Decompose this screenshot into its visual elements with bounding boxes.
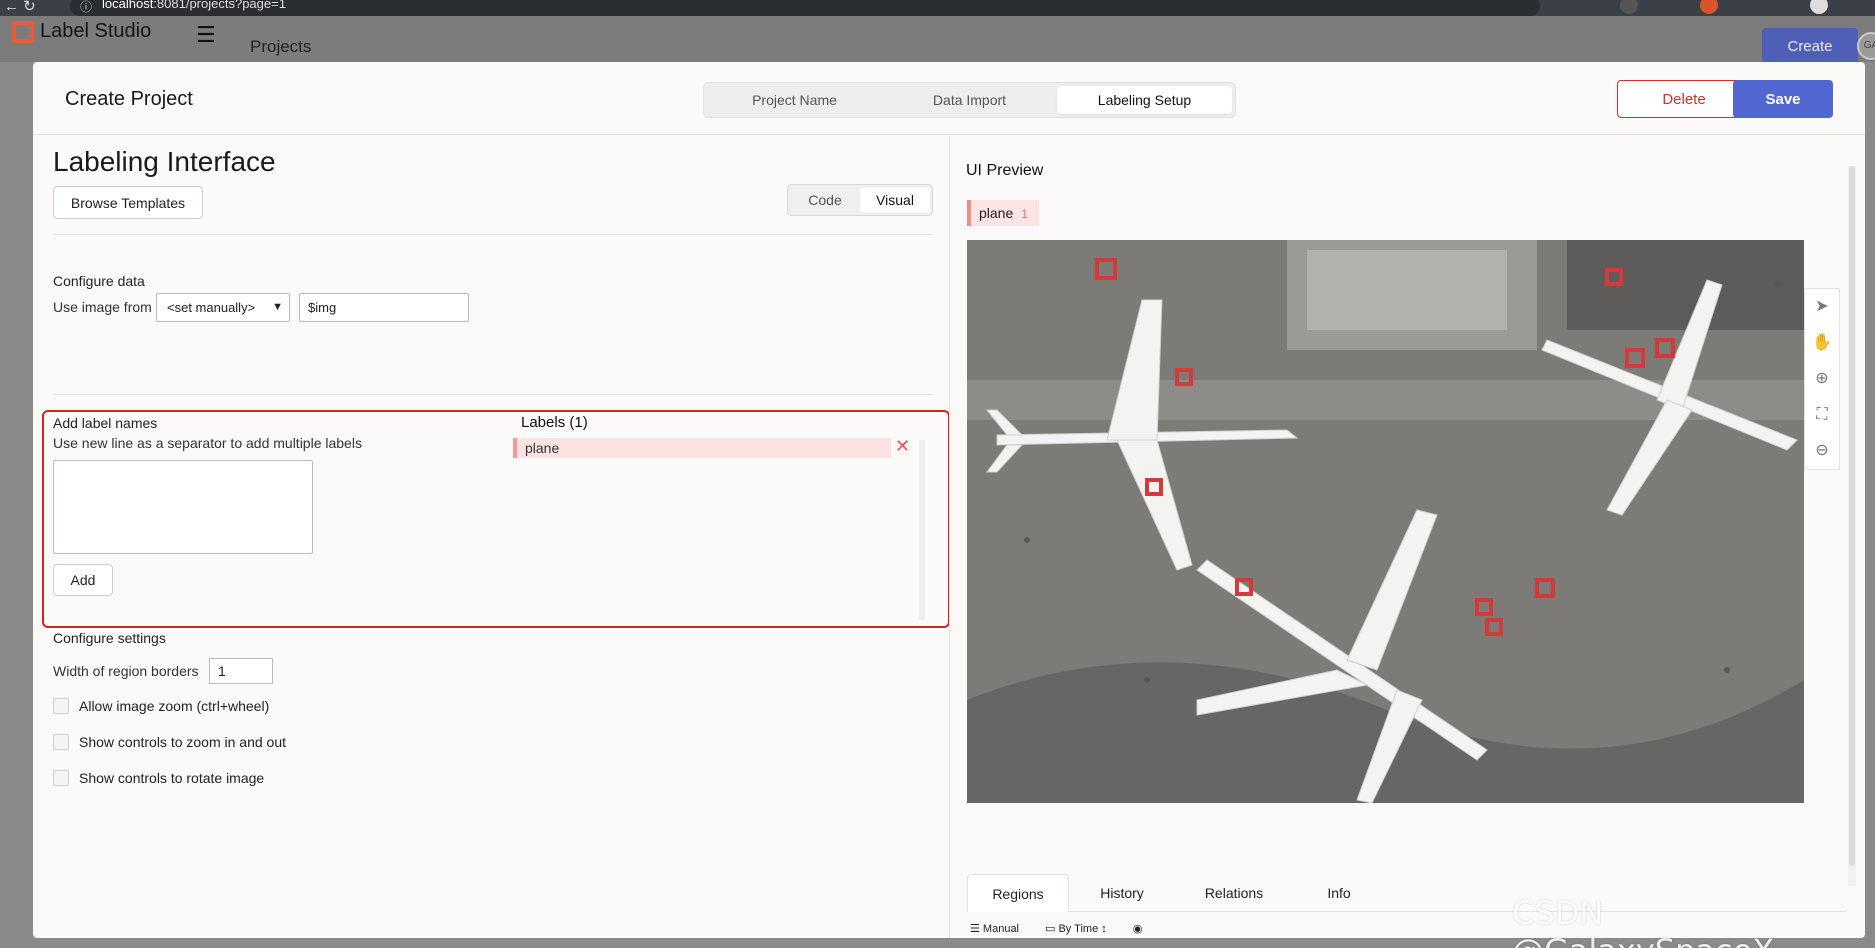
sort-direction-icon: ↕ [1098,923,1107,935]
calendar-icon: ▭ [1045,923,1059,935]
chevron-down-icon: ▼ [272,301,283,313]
address-bar[interactable]: localhost:8081/projects?page=1 [70,0,1540,16]
preview-image[interactable] [967,240,1804,803]
tab-project-name[interactable]: Project Name [707,86,882,114]
label-item-plane[interactable]: plane [513,438,891,458]
outliner-toolbar: ☰ Manual ▭ By Time ↕ ◉ [970,922,1142,935]
add-label-button[interactable]: Add [53,564,113,596]
site-info-icon[interactable]: ⓘ [80,0,92,15]
preview-title: UI Preview [966,162,1044,179]
extension-icon[interactable] [1700,0,1718,14]
option-label: Show controls to rotate image [79,770,265,786]
modal-title: Create Project [65,88,193,110]
url-host: localhost [102,0,154,11]
wizard-tabs: Project Name Data Import Labeling Setup [703,82,1236,118]
image-source-select[interactable]: <set manually> ▼ [156,293,290,322]
logo-text: Label Studio [40,20,152,42]
watermark: CSDN @GalaxySpaceX [1512,894,1774,948]
extension-icon[interactable] [1810,0,1828,14]
preview-tag-label: plane [979,205,1014,221]
preview-toolbar: ➤ ✋ ⊕ ⛶ ⊖ [1804,288,1840,470]
checkbox[interactable] [53,770,69,786]
labeling-config-panel: Labeling Interface Browse Templates Code… [33,136,950,938]
menu-icon[interactable]: ☰ [196,22,216,48]
option-rotate-controls[interactable]: Show controls to rotate image [53,770,264,786]
width-label: Width of region borders [53,663,199,679]
preview-label-tag[interactable]: plane 1 [967,200,1039,226]
browser-bar: ← ↻ localhost:8081/projects?page=1 ⓘ [0,0,1875,16]
tab-data-import[interactable]: Data Import [882,86,1057,114]
option-zoom-controls[interactable]: Show controls to zoom in and out [53,734,286,750]
option-label: Show controls to zoom in and out [79,734,287,750]
remove-label-icon[interactable]: ✕ [895,436,910,457]
create-project-button[interactable]: Create [1762,28,1858,64]
browse-templates-button[interactable]: Browse Templates [53,186,203,219]
extension-icon[interactable] [1620,0,1638,14]
sort-by-time[interactable]: ▭ By Time ↕ [1045,922,1107,935]
configure-data-title: Configure data [53,273,145,289]
header-title: Projects [250,37,312,56]
labels-title: Labels (1) [521,414,588,431]
add-label-hint: Use new line as a separator to add multi… [53,435,362,451]
image-source-select-value: <set manually> [167,300,256,315]
back-reload-icons[interactable]: ← ↻ [4,0,36,15]
labels-scrollbar[interactable] [919,440,925,620]
sort-manual[interactable]: ☰ Manual [970,922,1019,935]
mode-visual-tab[interactable]: Visual [860,187,930,213]
app-logo[interactable]: Label Studio [12,20,151,43]
use-image-from-label: Use image from [53,299,152,315]
hand-icon[interactable]: ✋ [1805,325,1839,361]
fit-icon[interactable]: ⛶ [1805,397,1839,433]
scrollbar-thumb[interactable] [1849,166,1855,866]
url-rest: :8081/projects?page=1 [153,0,286,11]
delete-button[interactable]: Delete [1617,80,1751,118]
add-label-title: Add label names [53,415,158,431]
label-studio-logo-icon [12,20,34,43]
option-label: Allow image zoom (ctrl+wheel) [79,698,270,714]
divider [53,394,933,395]
tab-regions[interactable]: Regions [967,874,1069,912]
airport-aerial-image [967,240,1804,803]
sort-by-time-label: By Time [1058,923,1099,935]
label-names-textarea[interactable] [53,460,313,554]
mode-toggle: Code Visual [787,184,933,216]
preview-tag-count: 1 [1021,207,1028,221]
tab-history[interactable]: History [1071,874,1173,912]
zoom-out-icon[interactable]: ⊖ [1805,433,1839,469]
tab-labeling-setup[interactable]: Labeling Setup [1057,86,1232,114]
mode-code-tab[interactable]: Code [790,187,860,213]
configure-settings-title: Configure settings [53,630,166,646]
border-width-field[interactable]: 1 [209,658,273,684]
create-project-modal: Create Project Project Name Data Import … [33,62,1865,938]
label-item-name: plane [525,440,560,456]
image-source-field[interactable]: $img [299,293,469,322]
option-allow-zoom[interactable]: Allow image zoom (ctrl+wheel) [53,698,269,714]
checkbox[interactable] [53,698,69,714]
pointer-icon[interactable]: ➤ [1805,289,1839,325]
checkbox[interactable] [53,734,69,750]
tab-relations[interactable]: Relations [1175,874,1293,912]
divider [53,234,933,235]
visibility-icon[interactable]: ◉ [1133,922,1143,935]
preview-scrollbar[interactable] [1848,166,1856,886]
save-button[interactable]: Save [1733,80,1833,118]
sort-manual-label: Manual [982,923,1019,935]
modal-header: Create Project Project Name Data Import … [33,62,1865,135]
ui-preview-panel: UI Preview plane 1 ➤ ✋ ⊕ ⛶ ⊖ Regions His… [950,136,1865,938]
zoom-in-icon[interactable]: ⊕ [1805,361,1839,397]
tab-info[interactable]: Info [1297,874,1381,912]
labeling-interface-title: Labeling Interface [53,146,276,177]
list-icon: ☰ [970,923,983,935]
